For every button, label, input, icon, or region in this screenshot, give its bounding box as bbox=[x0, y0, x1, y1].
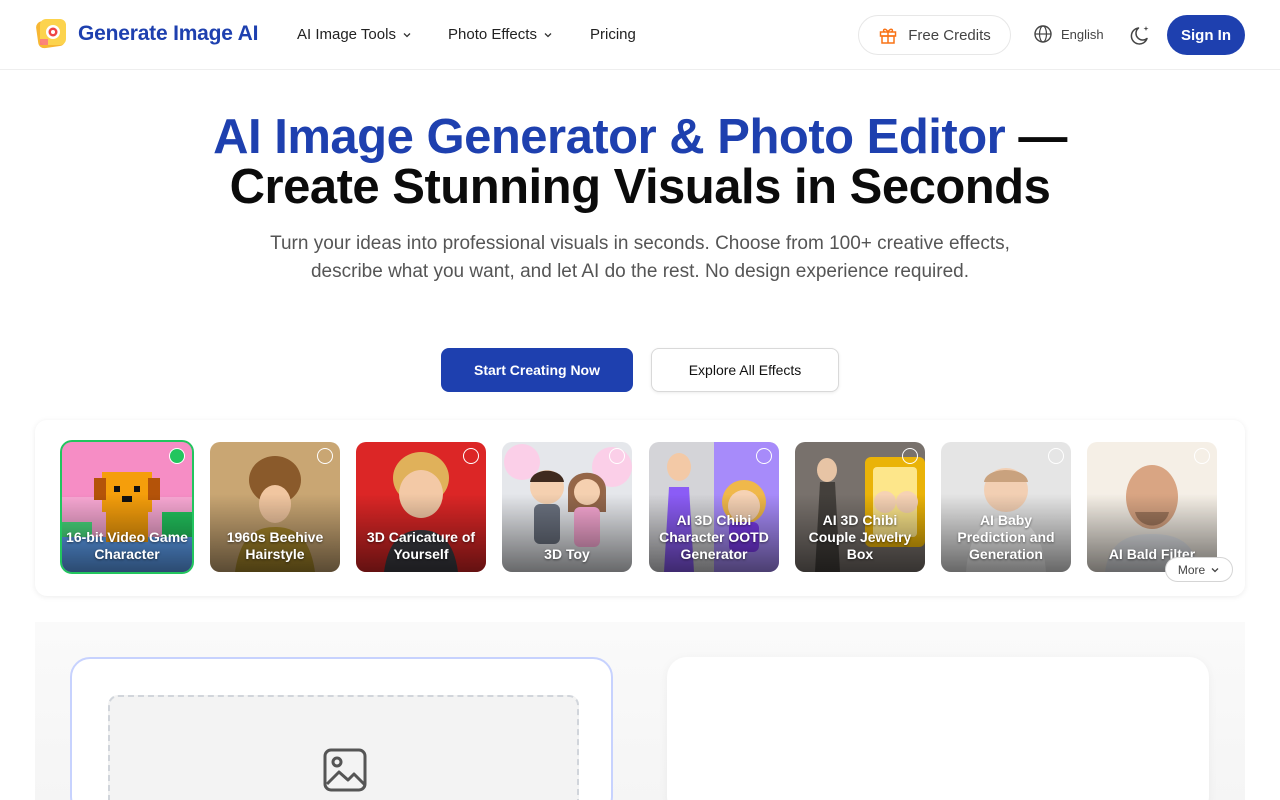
select-indicator bbox=[902, 448, 918, 464]
hero-title: AI Image Generator & Photo Editor — Crea… bbox=[0, 112, 1280, 212]
chevron-down-icon bbox=[403, 32, 411, 37]
start-creating-button[interactable]: Start Creating Now bbox=[441, 348, 633, 392]
effect-card-ai-baby-prediction[interactable]: AI Baby Prediction and Generation bbox=[941, 442, 1071, 572]
language-label: English bbox=[1061, 26, 1104, 42]
select-indicator bbox=[609, 448, 625, 464]
brand-name[interactable]: Generate Image AI bbox=[78, 22, 258, 46]
image-upload-dropzone[interactable] bbox=[108, 695, 579, 800]
more-label: More bbox=[1177, 562, 1206, 577]
effect-card-label: 16-bit Video Game Character bbox=[66, 529, 188, 562]
hero-title-dash: — bbox=[1005, 110, 1067, 164]
result-preview-panel bbox=[667, 657, 1209, 800]
effects-strip: 16-bit Video Game Character 1960s Beehiv… bbox=[35, 420, 1245, 596]
chevron-down-icon bbox=[1211, 567, 1219, 572]
effect-card-16bit-video-game[interactable]: 16-bit Video Game Character bbox=[60, 440, 194, 574]
language-selector[interactable]: English bbox=[1033, 24, 1104, 44]
hero-subtitle: Turn your ideas into professional visual… bbox=[270, 233, 1010, 282]
chevron-down-icon bbox=[544, 32, 552, 37]
effect-card-label: 1960s Beehive Hairstyle bbox=[226, 529, 324, 562]
effect-card-3d-chibi-couple[interactable]: AI 3D Chibi Couple Jewelry Box bbox=[795, 442, 925, 572]
hero-title-line2: Create Stunning Visuals in Seconds bbox=[229, 160, 1051, 214]
nav-ai-image-tools[interactable]: AI Image Tools bbox=[297, 26, 412, 43]
brand-logo-icon[interactable] bbox=[36, 17, 68, 49]
sign-in-button[interactable]: Sign In bbox=[1167, 15, 1245, 55]
select-indicator bbox=[1194, 448, 1210, 464]
free-credits-button[interactable]: Free Credits bbox=[858, 15, 1011, 55]
effect-card-label: AI 3D Chibi Character OOTD Generator bbox=[659, 512, 769, 562]
effect-card-label: AI Baby Prediction and Generation bbox=[957, 512, 1055, 562]
effect-card-label: 3D Toy bbox=[544, 546, 590, 562]
site-header: Generate Image AI AI Image Tools Photo E… bbox=[0, 0, 1280, 70]
effect-card-3d-toy[interactable]: 3D Toy bbox=[502, 442, 632, 572]
effect-card-3d-chibi-ootd[interactable]: AI 3D Chibi Character OOTD Generator bbox=[649, 442, 779, 572]
globe-icon bbox=[1034, 25, 1052, 43]
nav-pricing[interactable]: Pricing bbox=[590, 26, 636, 43]
effect-card-ai-bald-filter[interactable]: AI Bald Filter bbox=[1087, 442, 1217, 572]
gift-icon bbox=[879, 28, 897, 44]
explore-effects-button[interactable]: Explore All Effects bbox=[651, 348, 839, 392]
nav-label: Pricing bbox=[590, 26, 636, 43]
effect-card-1960s-beehive[interactable]: 1960s Beehive Hairstyle bbox=[210, 442, 340, 572]
image-upload-icon bbox=[323, 748, 367, 792]
select-indicator bbox=[756, 448, 772, 464]
select-indicator bbox=[1048, 448, 1064, 464]
effect-card-3d-caricature[interactable]: 3D Caricature of Yourself bbox=[356, 442, 486, 572]
select-indicator bbox=[317, 448, 333, 464]
more-effects-button[interactable]: More bbox=[1165, 557, 1233, 582]
nav-photo-effects[interactable]: Photo Effects bbox=[448, 26, 553, 43]
select-indicator bbox=[463, 448, 479, 464]
dark-mode-toggle-icon[interactable] bbox=[1129, 23, 1153, 47]
selected-indicator bbox=[169, 448, 185, 464]
hero-title-highlight: AI Image Generator & Photo Editor bbox=[213, 110, 1006, 164]
free-credits-label: Free Credits bbox=[908, 26, 991, 44]
effect-card-label: AI 3D Chibi Couple Jewelry Box bbox=[808, 512, 912, 562]
nav-label: Photo Effects bbox=[448, 26, 537, 43]
nav-label: AI Image Tools bbox=[297, 26, 396, 43]
upload-panel bbox=[70, 657, 613, 800]
effect-card-label: 3D Caricature of Yourself bbox=[366, 529, 476, 562]
